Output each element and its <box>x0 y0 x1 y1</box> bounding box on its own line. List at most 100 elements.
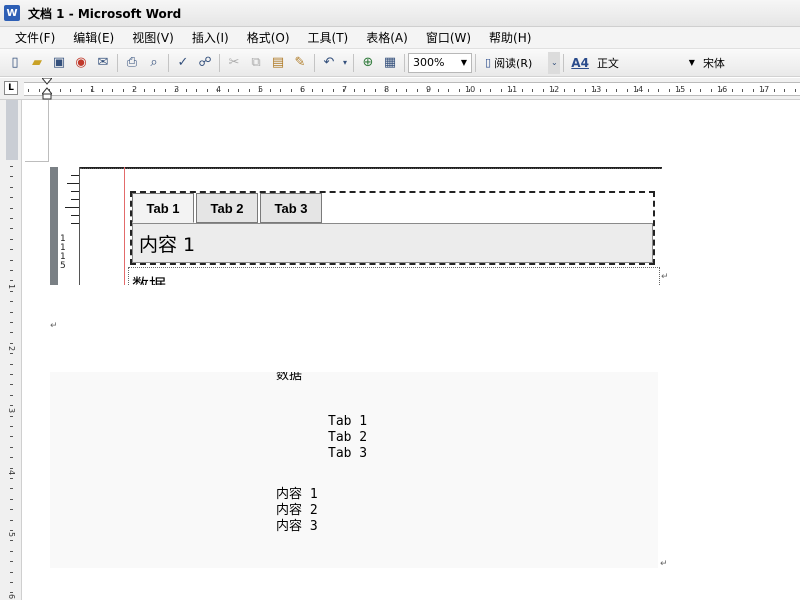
menu-format[interactable]: 格式(O) <box>238 29 299 46</box>
ruler-tick <box>10 426 13 427</box>
styles-pane-icon[interactable]: A4 <box>567 56 593 70</box>
ruler-tick <box>690 89 691 92</box>
paste-icon[interactable]: ▤ <box>267 52 289 74</box>
print-icon[interactable]: ⎙ <box>121 52 143 74</box>
ruler-tick <box>280 89 281 92</box>
ruler-tick <box>669 89 670 92</box>
ruler-tick <box>10 468 13 469</box>
ruler-tick <box>333 89 334 92</box>
ruler-tick <box>753 89 754 92</box>
menu-insert[interactable]: 插入(I) <box>183 29 238 46</box>
ruler-tick <box>10 540 13 541</box>
menu-window[interactable]: 窗口(W) <box>417 29 480 46</box>
menu-file[interactable]: 文件(F) <box>6 29 64 46</box>
ruler-tick <box>10 499 13 500</box>
ruler-tick <box>742 89 743 92</box>
ruler-tick <box>10 384 13 385</box>
ruler-tick <box>721 89 722 92</box>
title-bar: W 文档 1 - Microsoft Word <box>0 0 800 27</box>
permission-icon[interactable]: ◉ <box>70 52 92 74</box>
embedded-ruler: 1115 <box>58 167 80 285</box>
spelling-icon[interactable]: ✓ <box>172 52 194 74</box>
code-block[interactable]: 数据 Tab 1 Tab 2 Tab 3 内容 1 内容 2 内容 3 <box>50 372 658 568</box>
paragraph-mark: ↵ <box>660 559 668 569</box>
ruler-tick <box>10 561 13 562</box>
ruler-tick <box>364 89 365 92</box>
hyperlink-icon[interactable]: ⊕ <box>357 52 379 74</box>
ruler-tick <box>490 89 491 92</box>
ruler-tick <box>238 89 239 92</box>
ruler-tick <box>438 89 439 92</box>
ruler-tick <box>291 89 292 92</box>
word-app-icon[interactable]: W <box>4 5 20 21</box>
menu-tools[interactable]: 工具(T) <box>299 29 358 46</box>
zoom-select[interactable]: 300% ▼ <box>408 52 472 73</box>
print-preview-icon[interactable]: ⌕ <box>143 52 165 74</box>
embedded-text-frame <box>128 267 660 285</box>
tab-2[interactable]: Tab 2 <box>196 193 258 223</box>
ruler-tick <box>10 197 13 198</box>
table-icon[interactable]: ▦ <box>379 52 401 74</box>
document-canvas[interactable]: 1115 Tab 1 Tab 2 Tab 3 内容 1 数据 ↵ ↵ 数据 Ta… <box>22 100 800 600</box>
toolbar-separator <box>168 53 169 72</box>
code-line: 内容 1 <box>276 487 318 502</box>
ruler-tick <box>301 89 302 92</box>
read-button[interactable]: ▯ 阅读(R) <box>479 52 538 74</box>
embedded-ruler-number: 1115 <box>60 234 66 271</box>
ruler-tick <box>459 89 460 92</box>
ruler-tick <box>28 89 29 92</box>
ruler-tick <box>249 89 250 92</box>
undo-icon[interactable]: ↶ <box>318 52 340 74</box>
ruler-tick <box>637 89 638 92</box>
indent-marker[interactable] <box>42 78 52 100</box>
ruler-tick <box>10 457 13 458</box>
ruler-tick <box>10 291 13 292</box>
ruler-tick <box>763 89 764 92</box>
ruler-tick <box>70 89 71 92</box>
tab-1[interactable]: Tab 1 <box>132 193 194 223</box>
chevron-down-icon: ▼ <box>688 58 695 67</box>
ruler-tick <box>354 89 355 92</box>
horizontal-ruler[interactable]: L 1 2 3 4 5 6 7 8 9 10 11 12 13 14 15 16… <box>0 78 800 100</box>
ruler-tick <box>10 176 13 177</box>
ruler-tick <box>595 89 596 92</box>
open-icon[interactable]: ▰ <box>26 52 48 74</box>
ruler-number: 1 <box>7 283 17 290</box>
new-document-icon[interactable]: ▯ <box>4 52 26 74</box>
format-painter-icon[interactable]: ✎ <box>289 52 311 74</box>
ruler-tick <box>522 89 523 92</box>
cut-icon[interactable]: ✂ <box>223 52 245 74</box>
ruler-tick <box>648 89 649 92</box>
style-select[interactable]: 正文 ▼ <box>593 53 699 73</box>
ruler-tick <box>81 89 82 92</box>
menu-bar: 文件(F) 编辑(E) 视图(V) 插入(I) 格式(O) 工具(T) 表格(A… <box>0 27 800 49</box>
menu-help[interactable]: 帮助(H) <box>480 29 540 46</box>
ruler-tick <box>501 89 502 92</box>
email-icon[interactable]: ✉ <box>92 52 114 74</box>
ruler-tick <box>71 191 79 192</box>
menu-view[interactable]: 视图(V) <box>123 29 183 46</box>
ruler-tick <box>133 89 134 92</box>
research-icon[interactable]: ☍ <box>194 52 216 74</box>
ruler-tick <box>228 89 229 92</box>
ruler-tick <box>270 89 271 92</box>
ruler-tick <box>427 89 428 92</box>
vertical-ruler[interactable]: 1 2 3 4 5 6 <box>0 100 22 600</box>
ruler-tick <box>543 89 544 92</box>
ruler-tick <box>774 89 775 92</box>
copy-icon[interactable]: ⧉ <box>245 52 267 74</box>
ruler-tick <box>10 488 13 489</box>
toolbar-options-icon[interactable]: ⌄ <box>548 51 561 74</box>
tab-3[interactable]: Tab 3 <box>260 193 322 223</box>
undo-dropdown-icon[interactable]: ▾ <box>340 52 350 74</box>
toolbar-separator <box>563 53 565 72</box>
menu-table[interactable]: 表格(A) <box>357 29 417 46</box>
ruler-tick <box>700 89 701 92</box>
menu-edit[interactable]: 编辑(E) <box>64 29 123 46</box>
tab-selector[interactable]: L <box>4 81 18 95</box>
ruler-tick <box>123 89 124 92</box>
read-button-label: 阅读(R) <box>494 56 533 70</box>
font-select[interactable]: 宋体 <box>699 53 777 73</box>
embedded-image[interactable]: 1115 Tab 1 Tab 2 Tab 3 内容 1 数据 <box>50 167 662 285</box>
save-icon[interactable]: ▣ <box>48 52 70 74</box>
